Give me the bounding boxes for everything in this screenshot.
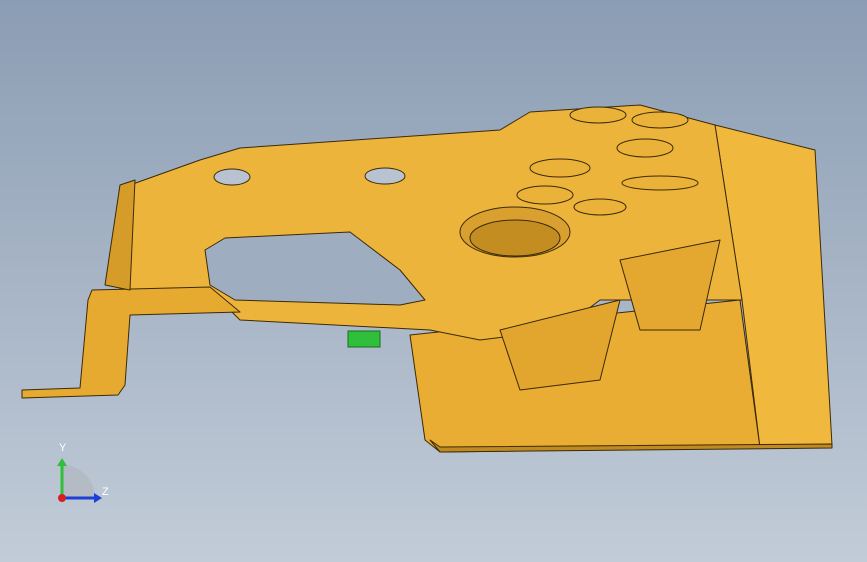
boss-5 [516, 185, 574, 205]
large-hole-inner [469, 219, 561, 257]
z-axis-label: Z [102, 486, 109, 498]
boss-4 [529, 158, 591, 178]
3d-model-part[interactable] [0, 0, 867, 562]
small-hole-1 [213, 168, 251, 186]
boss-3 [616, 138, 674, 158]
axis-triad [57, 458, 102, 503]
left-flange [21, 286, 241, 399]
triad-quadrant [62, 465, 95, 498]
z-arrow [94, 493, 102, 503]
green-marker [347, 330, 381, 348]
cad-viewport[interactable]: Y Z [0, 0, 867, 562]
y-axis-label: Y [59, 442, 67, 454]
boss-1 [569, 106, 627, 124]
y-arrow [57, 458, 67, 466]
boss-7 [621, 175, 699, 191]
small-hole-2 [364, 167, 406, 185]
x-axis-dot [58, 494, 66, 502]
boss-6 [573, 198, 627, 216]
boss-2 [631, 111, 689, 129]
left-side-wall [104, 179, 136, 291]
